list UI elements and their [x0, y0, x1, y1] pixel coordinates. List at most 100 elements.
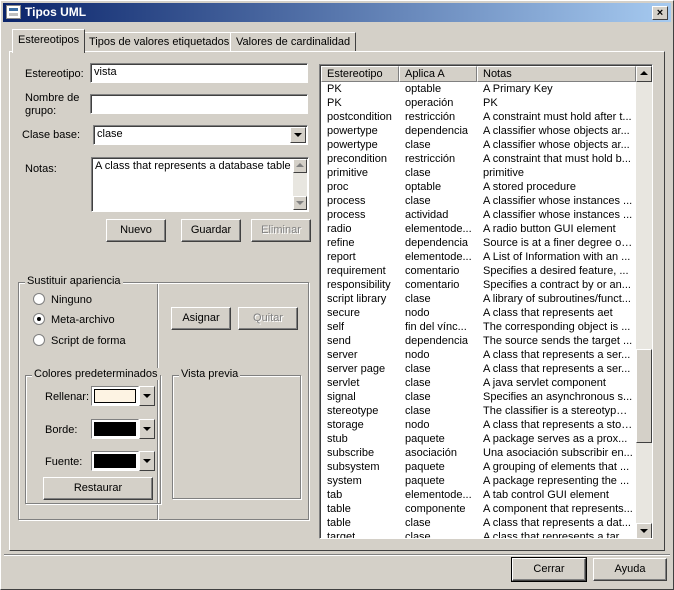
list-item[interactable]: refine dependencia Source is at a finer de… — [322, 236, 635, 250]
list-item[interactable]: signal clase Specifies an asynchronous s..… — [322, 390, 635, 404]
list-item[interactable]: stereotype clase The classifier is a stere… — [322, 404, 635, 418]
cell-estereotipo: powertype — [327, 125, 378, 137]
chevron-down-icon[interactable] — [139, 386, 155, 406]
radio-meta-archivo[interactable]: Meta-archivo — [33, 313, 115, 326]
cell-notas: PK — [483, 97, 498, 109]
list-item[interactable]: PK operación PK — [322, 96, 635, 110]
list-item[interactable]: precondition restricción A constraint that… — [322, 152, 635, 166]
list-item[interactable]: postcondition restricción A constraint mus… — [322, 110, 635, 124]
list-scrollbar[interactable] — [636, 66, 652, 538]
cell-notas: A class that represents a stor... — [483, 419, 633, 431]
radio-script-forma[interactable]: Script de forma — [33, 334, 126, 347]
list-item[interactable]: stub paquete A package serves as a prox... — [322, 432, 635, 446]
list-item[interactable]: process clase A classifier whose instances… — [322, 194, 635, 208]
column-header-aplica-a[interactable]: Aplica A — [399, 66, 477, 82]
list-item[interactable]: report elementode... A List of Information… — [322, 250, 635, 264]
notas-label: Notas: — [25, 163, 57, 175]
cell-aplica-a: comentario — [405, 279, 460, 291]
chevron-down-icon[interactable] — [139, 451, 155, 471]
stereotype-list[interactable]: Estereotipo Aplica A Notas PK optable A Pr… — [319, 64, 653, 539]
notas-textarea[interactable]: A class that represents a database table — [91, 157, 309, 212]
list-item[interactable]: table clase A class that represents a dat.… — [322, 516, 635, 530]
cell-estereotipo: signal — [327, 391, 356, 403]
tab-estereotipos[interactable]: Estereotipos — [12, 29, 86, 53]
cell-aplica-a: clase — [405, 391, 431, 403]
cell-notas: A class that represents a ser... — [483, 349, 631, 361]
tab-tipos-valores-etiquetados[interactable]: Tipos de valores etiquetados — [83, 32, 236, 52]
fuente-swatch — [94, 454, 136, 468]
column-header-notas[interactable]: Notas — [477, 66, 636, 82]
cell-estereotipo: stereotype — [327, 405, 379, 417]
list-item[interactable]: server nodo A class that represents a ser.… — [322, 348, 635, 362]
list-item[interactable]: powertype clase A classifier whose objects… — [322, 138, 635, 152]
nombre-grupo-input[interactable] — [90, 94, 308, 114]
nuevo-button[interactable]: Nuevo — [106, 219, 166, 242]
estereotipo-input[interactable]: vista — [90, 63, 308, 83]
borde-color-picker[interactable] — [91, 419, 139, 439]
cell-aplica-a: dependencia — [405, 237, 469, 249]
eliminar-button[interactable]: Eliminar — [251, 219, 311, 242]
list-item[interactable]: subscribe asociación Una asociación subscr… — [322, 446, 635, 460]
cell-aplica-a: nodo — [405, 307, 430, 319]
scroll-down-icon[interactable] — [293, 196, 307, 210]
list-item[interactable]: send dependencia The source sends the targ… — [322, 334, 635, 348]
list-item[interactable]: subsystem paquete A grouping of elements t… — [322, 460, 635, 474]
list-item[interactable]: proc optable A stored procedure — [322, 180, 635, 194]
chevron-down-icon[interactable] — [290, 127, 306, 143]
list-item[interactable]: primitive clase primitive — [322, 166, 635, 180]
list-item[interactable]: script library clase A library of subrouti… — [322, 292, 635, 306]
list-item[interactable]: responsibility comentario Specifies a cont… — [322, 278, 635, 292]
column-header-estereotipo[interactable]: Estereotipo — [321, 66, 399, 82]
cell-aplica-a: optable — [405, 181, 442, 193]
rellenar-color-picker[interactable] — [91, 386, 139, 406]
list-item[interactable]: self fin del vínc... The corresponding obj… — [322, 320, 635, 334]
chevron-down-icon[interactable] — [139, 419, 155, 439]
restaurar-button[interactable]: Restaurar — [43, 477, 153, 500]
cerrar-button[interactable]: Cerrar — [511, 557, 587, 582]
clase-base-select[interactable]: clase — [93, 125, 308, 145]
list-item[interactable]: servlet clase A java servlet component — [322, 376, 635, 390]
nombre-grupo-label-line2: grupo: — [25, 105, 57, 117]
cell-estereotipo: self — [327, 321, 345, 333]
apariencia-title: Sustituir apariencia — [25, 275, 123, 287]
list-item[interactable]: secure nodo A class that represents aet — [322, 306, 635, 320]
list-item[interactable]: server page clase A class that represents … — [322, 362, 635, 376]
title-bar[interactable]: Tipos UML × — [3, 3, 671, 22]
list-item[interactable]: storage nodo A class that represents a sto… — [322, 418, 635, 432]
cell-notas: Source is at a finer degree of... — [483, 237, 633, 249]
quitar-button[interactable]: Quitar — [238, 307, 298, 330]
cell-estereotipo: table — [327, 517, 351, 529]
list-item[interactable]: powertype dependencia A classifier whose o… — [322, 124, 635, 138]
scroll-up-icon[interactable] — [636, 66, 652, 82]
list-item[interactable]: target clase A class that represents a tar… — [322, 530, 635, 538]
cell-estereotipo: server — [327, 349, 358, 361]
cell-estereotipo: subscribe — [327, 447, 375, 459]
asignar-button[interactable]: Asignar — [171, 307, 231, 330]
asignar-button-label: Asignar — [182, 312, 220, 324]
cell-estereotipo: powertype — [327, 139, 378, 151]
cell-estereotipo: stub — [327, 433, 348, 445]
scroll-thumb[interactable] — [636, 349, 652, 444]
close-button[interactable]: × — [652, 6, 668, 20]
cell-estereotipo: PK — [327, 97, 342, 109]
cell-estereotipo: PK — [327, 83, 342, 95]
cell-notas: A Primary Key — [483, 83, 553, 95]
list-item[interactable]: system paquete A package representing the … — [322, 474, 635, 488]
scroll-down-icon[interactable] — [636, 523, 652, 538]
cell-aplica-a: clase — [405, 139, 431, 151]
guardar-button[interactable]: Guardar — [181, 219, 241, 242]
list-item[interactable]: table componente A component that represen… — [322, 502, 635, 516]
tab-valores-cardinalidad[interactable]: Valores de cardinalidad — [230, 32, 357, 52]
notas-scrollbar[interactable] — [293, 159, 307, 210]
scroll-up-icon[interactable] — [293, 159, 307, 173]
cell-notas: Specifies an asynchronous s... — [483, 391, 633, 403]
list-item[interactable]: process actividad A classifier whose insta… — [322, 208, 635, 222]
list-item[interactable]: tab elementode... A tab control GUI elemen… — [322, 488, 635, 502]
fuente-color-picker[interactable] — [91, 451, 139, 471]
list-item[interactable]: requirement comentario Specifies a desired… — [322, 264, 635, 278]
cell-aplica-a: componente — [405, 503, 466, 515]
ayuda-button[interactable]: Ayuda — [593, 558, 667, 581]
list-item[interactable]: PK optable A Primary Key — [322, 82, 635, 96]
list-item[interactable]: radio elementode... A radio button GUI ele… — [322, 222, 635, 236]
radio-ninguno[interactable]: Ninguno — [33, 293, 92, 306]
